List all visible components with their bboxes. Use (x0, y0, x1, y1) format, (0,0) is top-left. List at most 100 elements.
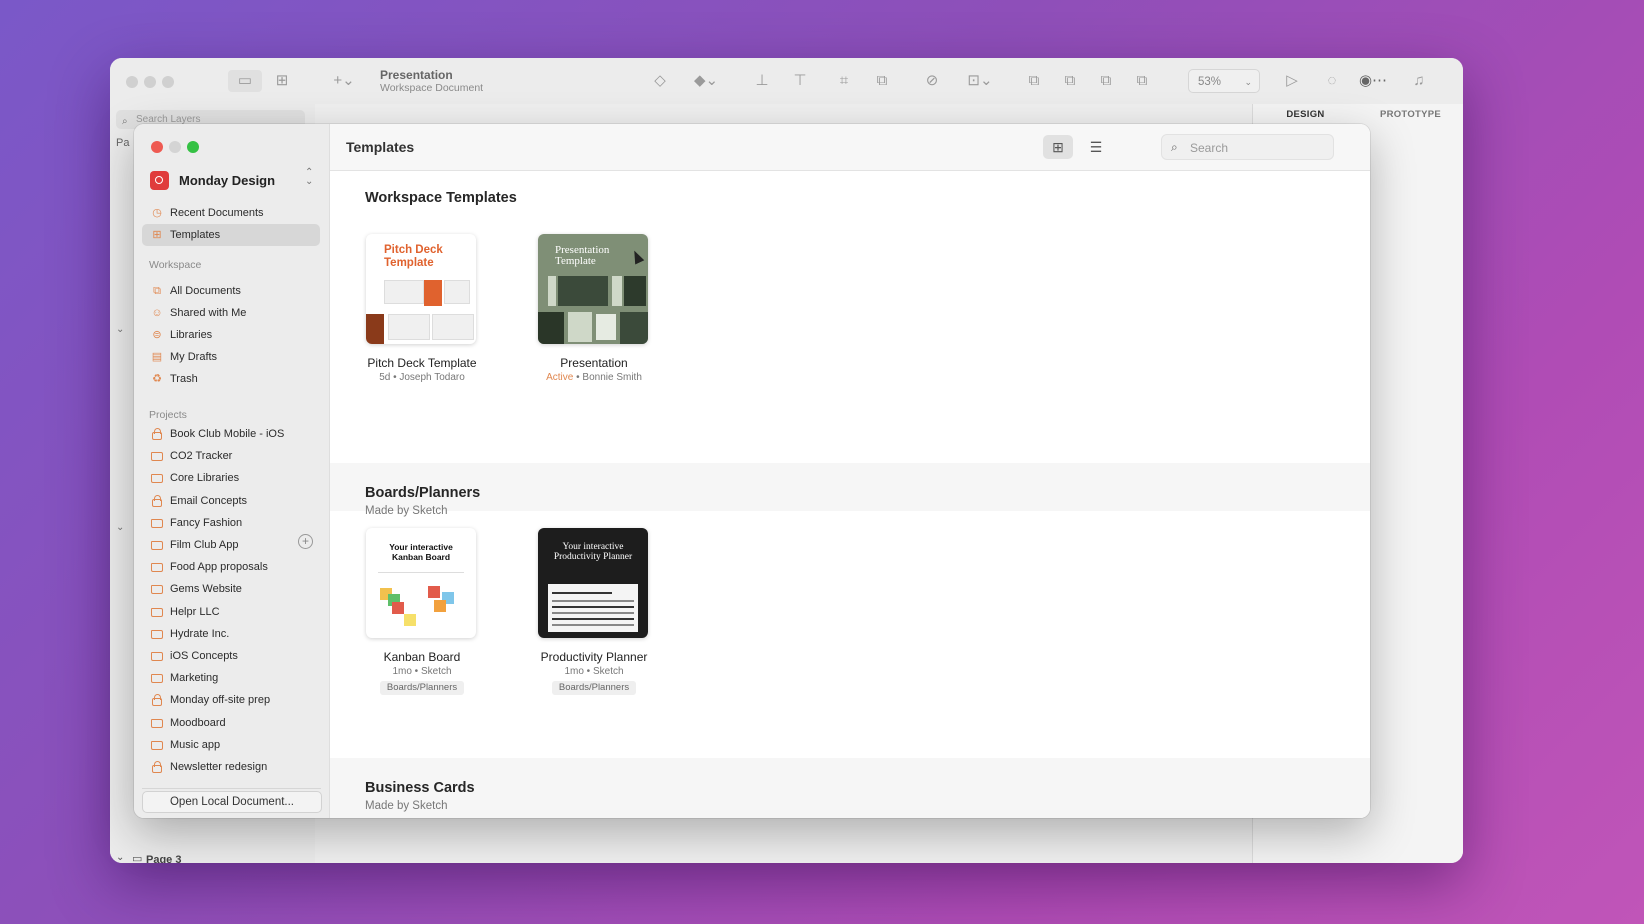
sidebar-item-shared-with-me[interactable]: ☺ Shared with Me (142, 302, 320, 324)
insert-icon[interactable]: +⌄ (332, 70, 356, 92)
section-subtitle: Made by Sketch (365, 800, 448, 812)
sidebar-item-project[interactable]: Monday off-site prep (142, 689, 320, 711)
folder-icon (151, 606, 163, 618)
sidebar-item-label: Food App proposals (170, 561, 268, 574)
collapse-arrow-icon[interactable]: ⌄ (116, 324, 124, 335)
avatar[interactable]: ◉⋯ (1355, 70, 1391, 92)
sidebar-item-label: Gems Website (170, 583, 242, 596)
sidebar-item-project[interactable]: Gems Website (142, 578, 320, 600)
list-icon: ☰ (1089, 139, 1103, 155)
sidebar-item-project[interactable]: Hydrate Inc. (142, 623, 320, 645)
intersect-icon[interactable]: ⧉ (1094, 70, 1118, 92)
slide-shape (388, 314, 430, 340)
union-icon[interactable]: ⧉ (1022, 70, 1046, 92)
sidebar-item-trash[interactable]: ♻ Trash (142, 368, 320, 390)
zoom-select[interactable]: 53% ⌄ (1188, 69, 1260, 93)
trash-icon: ♻ (152, 373, 162, 385)
transform-icon[interactable]: ⊡⌄ (962, 70, 998, 92)
sidebar-item-recent-documents[interactable]: ◷ Recent Documents (142, 202, 320, 224)
symbol-icon[interactable]: ◇ (648, 70, 672, 92)
minimize-button[interactable] (169, 141, 181, 153)
sidebar-item-templates[interactable]: ⊞ Templates (142, 224, 320, 246)
sidebar-item-project[interactable]: Book Club Mobile - iOS (142, 423, 320, 445)
frame-icon[interactable]: ⌗ (832, 70, 856, 92)
sidebar-item-project[interactable]: Moodboard (142, 712, 320, 734)
open-local-document-button[interactable]: Open Local Document... (142, 791, 322, 813)
planner-line (552, 612, 634, 614)
sidebar-item-project[interactable]: iOS Concepts (142, 645, 320, 667)
section-title: Boards/Planners (365, 485, 481, 501)
sidebar-item-libraries[interactable]: ⊜ Libraries (142, 324, 320, 346)
workspace-section-label: Workspace (149, 259, 202, 271)
list-view-button[interactable]: ☰ (1081, 135, 1111, 159)
sidebar-item-label: Recent Documents (170, 207, 264, 219)
section-band (330, 463, 1370, 511)
sidebar-item-project[interactable]: Film Club App (142, 534, 320, 556)
close-button[interactable] (151, 141, 163, 153)
grid-view-icon[interactable]: ⊞ (270, 70, 294, 92)
sidebar-item-project[interactable]: Fancy Fashion (142, 512, 320, 534)
comment-icon[interactable]: ◌ (1320, 70, 1344, 92)
document-subtitle: Workspace Document (380, 82, 484, 94)
folder-icon (151, 472, 163, 484)
thumbnail-title: Your interactive Kanban Board (389, 542, 453, 562)
subtract-icon[interactable]: ⧉ (1058, 70, 1082, 92)
sidebar-item-project[interactable]: Core Libraries (142, 467, 320, 489)
difference-icon[interactable]: ⧉ (1130, 70, 1154, 92)
background-toolbar: ▭ ⊞ +⌄ Presentation Workspace Document ◇… (110, 58, 1463, 105)
category-tag[interactable]: Boards/Planners (380, 681, 464, 695)
distribute-icon[interactable]: ⊤ (788, 70, 812, 92)
zoom-button[interactable] (187, 141, 199, 153)
page-title: Templates (346, 139, 415, 155)
bell-icon[interactable]: ♫ (1407, 70, 1431, 92)
page-3-item[interactable]: Page 3 (146, 854, 181, 863)
template-thumbnail[interactable]: Your interactive Kanban Board (366, 528, 476, 638)
sidebar-item-label: Book Club Mobile - iOS (170, 428, 285, 440)
chevron-down-icon: ⌄ (1244, 77, 1252, 87)
sticky-note (428, 586, 440, 598)
slide-shape (424, 280, 442, 306)
collapse-arrow-icon[interactable]: ⌄ (116, 852, 124, 863)
template-thumbnail[interactable]: Pitch Deck Template (366, 234, 476, 344)
play-icon[interactable]: ▷ (1280, 70, 1304, 92)
window-zoom-button[interactable] (162, 76, 174, 88)
grid-view-button[interactable]: ⊞ (1043, 135, 1073, 159)
edit-icon[interactable]: ⊘ (920, 70, 944, 92)
folder-icon (151, 717, 163, 729)
align-icon[interactable]: ⊥ (750, 70, 774, 92)
sidebar-item-label: Helpr LLC (170, 605, 220, 618)
card-name: Presentation (560, 356, 628, 370)
search-field[interactable]: ⌕ (1161, 134, 1334, 160)
status-badge: Active (546, 372, 574, 383)
card-name: Kanban Board (383, 650, 461, 664)
search-input[interactable] (1188, 138, 1327, 158)
sidebar-item-project[interactable]: CO2 Tracker (142, 445, 320, 467)
sidebar-item-project[interactable]: Marketing (142, 667, 320, 689)
window-minimize-button[interactable] (144, 76, 156, 88)
slide-shape (558, 276, 608, 306)
tab-prototype[interactable]: PROTOTYPE (1358, 104, 1463, 126)
drafts-icon: ▤ (151, 351, 163, 363)
sidebar-item-project[interactable]: Email Concepts (142, 490, 320, 512)
workspace-switcher-icon[interactable]: ⌃ ⌄ (305, 168, 313, 187)
sidebar-item-all-documents[interactable]: ⧉ All Documents (142, 280, 320, 302)
main-content: Templates ⊞ ☰ ⌕ Workspace Templates Pitc… (330, 124, 1370, 818)
sidebar-item-project[interactable]: Newsletter redesign (142, 756, 320, 778)
component-icon[interactable]: ◆⌄ (688, 70, 724, 92)
sidebar-toggle-icon[interactable]: ▭ (228, 70, 262, 92)
sidebar-item-my-drafts[interactable]: ▤ My Drafts (142, 346, 320, 368)
workspace-name[interactable]: Monday Design (179, 173, 275, 188)
window-close-button[interactable] (126, 76, 138, 88)
template-thumbnail[interactable]: Your interactive Productivity Planner (538, 528, 648, 638)
section-title: Workspace Templates (365, 190, 517, 206)
sidebar-item-project[interactable]: Music app (142, 734, 320, 756)
sidebar-item-label: CO2 Tracker (170, 450, 233, 463)
sidebar-item-project[interactable]: Food App proposals (142, 556, 320, 578)
slide-shape (366, 314, 384, 344)
templates-icon: ⊞ (152, 229, 162, 241)
sidebar-item-project[interactable]: Helpr LLC (142, 601, 320, 623)
category-tag[interactable]: Boards/Planners (552, 681, 636, 695)
collapse-arrow-icon[interactable]: ⌄ (116, 522, 124, 533)
group-icon[interactable]: ⧉ (870, 70, 894, 92)
slide-shape (444, 280, 470, 304)
